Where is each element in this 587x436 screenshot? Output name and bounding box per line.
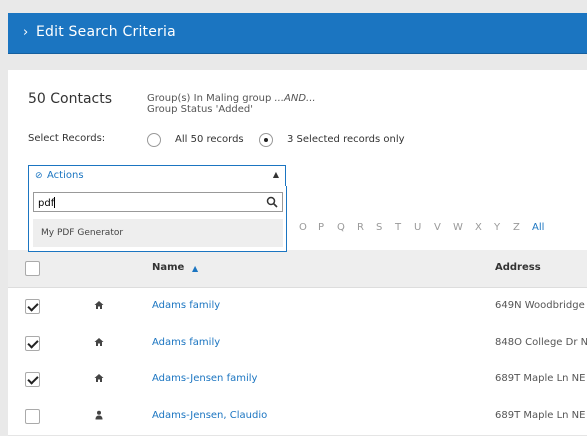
select-records-label: Select Records: <box>28 133 106 144</box>
row-checkbox[interactable] <box>25 336 40 351</box>
criteria-line-1: Group(s) In Maling group ...AND... <box>147 93 316 104</box>
alpha-filter-z[interactable]: Z <box>513 222 520 233</box>
alpha-filter-p[interactable]: P <box>318 222 324 233</box>
row-checkbox[interactable] <box>25 372 40 387</box>
action-option-my-pdf-generator[interactable]: My PDF Generator <box>33 219 283 247</box>
actions-search-input[interactable]: pdf <box>33 192 283 212</box>
contact-count: 50 Contacts <box>28 91 113 107</box>
row-checkbox[interactable] <box>25 409 40 424</box>
edit-search-criteria-bar[interactable]: › Edit Search Criteria <box>8 13 587 54</box>
chevron-right-icon: › <box>23 25 29 40</box>
all-records-label[interactable]: All 50 records <box>175 134 244 145</box>
table-row: Adams-Jensen, Claudio 689T Maple Ln NE <box>8 398 587 436</box>
alpha-filter-o[interactable]: O <box>299 222 307 233</box>
edit-search-criteria-title[interactable]: Edit Search Criteria <box>36 24 176 40</box>
select-all-checkbox[interactable] <box>25 261 40 276</box>
person-icon <box>95 410 103 420</box>
household-icon <box>94 374 104 382</box>
contact-address: 689T Maple Ln NE <box>495 410 586 421</box>
alpha-filter-all[interactable]: All <box>532 222 544 233</box>
selected-records-radio[interactable] <box>259 133 273 147</box>
address-column-header[interactable]: Address <box>495 262 541 273</box>
search-criteria-summary: Group(s) In Maling group ...AND... Group… <box>147 93 316 115</box>
alpha-filter-v[interactable]: V <box>434 222 441 233</box>
alpha-filter-r[interactable]: R <box>357 222 364 233</box>
selected-records-label[interactable]: 3 Selected records only <box>287 134 405 145</box>
actions-label: Actions <box>47 170 84 181</box>
contact-name-link[interactable]: Adams-Jensen family <box>152 373 257 384</box>
contact-name-link[interactable]: Adams family <box>152 337 220 348</box>
all-records-radio[interactable] <box>147 133 161 147</box>
search-icon[interactable] <box>266 196 278 208</box>
contact-address: 848O College Dr N <box>495 337 587 348</box>
contact-name-link[interactable]: Adams-Jensen, Claudio <box>152 410 267 421</box>
table-row: Adams family 649N Woodbridge <box>8 288 587 326</box>
actions-dropdown[interactable]: ⊘ Actions ▲ <box>28 165 286 187</box>
table-header: Name ▲ Address <box>8 250 587 288</box>
results-panel: 50 Contacts Group(s) In Maling group ...… <box>8 70 587 436</box>
row-checkbox[interactable] <box>25 299 40 314</box>
name-column-header[interactable]: Name <box>152 262 184 273</box>
contact-address: 689T Maple Ln NE <box>495 373 586 384</box>
contact-address: 649N Woodbridge <box>495 300 585 311</box>
table-row: Adams family 848O College Dr N <box>8 325 587 363</box>
caret-up-icon: ▲ <box>272 170 279 179</box>
alpha-filter-t[interactable]: T <box>395 222 401 233</box>
actions-menu: pdf My PDF Generator <box>28 186 287 252</box>
contact-name-link[interactable]: Adams family <box>152 300 220 311</box>
household-icon <box>94 301 104 309</box>
alpha-filter-u[interactable]: U <box>414 222 421 233</box>
alpha-filter-w[interactable]: W <box>453 222 463 233</box>
alpha-filter-y[interactable]: Y <box>494 222 500 233</box>
table-row: Adams-Jensen family 689T Maple Ln NE <box>8 361 587 399</box>
criteria-line-2: Group Status 'Added' <box>147 104 254 115</box>
check-circle-icon: ⊘ <box>35 171 43 181</box>
sort-ascending-icon[interactable]: ▲ <box>192 264 198 273</box>
alpha-filter-x[interactable]: X <box>475 222 482 233</box>
household-icon <box>94 338 104 346</box>
alpha-filter-s[interactable]: S <box>376 222 382 233</box>
alpha-filter-q[interactable]: Q <box>337 222 345 233</box>
